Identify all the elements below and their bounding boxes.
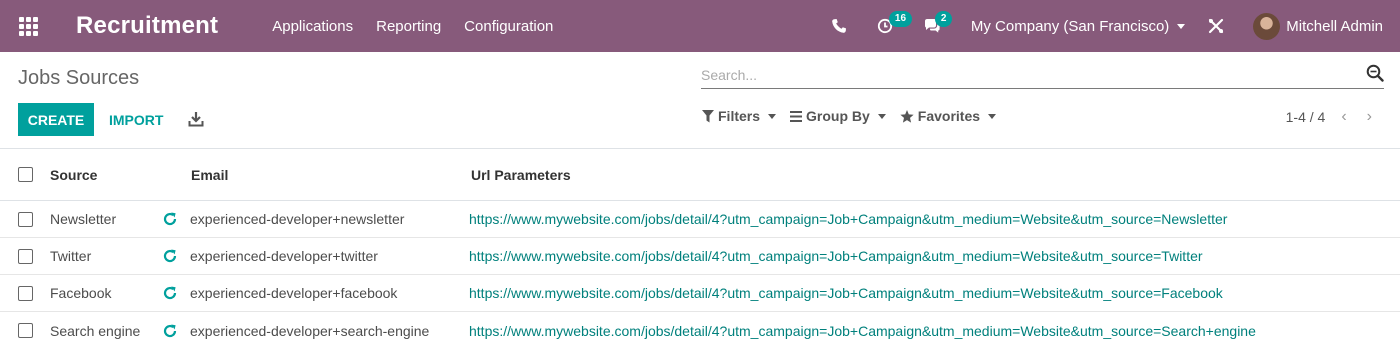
favorites-label: Favorites (917, 108, 981, 124)
filters-dropdown[interactable]: Filters (702, 108, 777, 124)
top-navbar: Recruitment Applications Reporting Confi… (0, 0, 1400, 52)
user-menu[interactable]: Mitchell Admin (1225, 12, 1383, 40)
cell-email: experienced-developer+twitter (190, 248, 378, 264)
list-icon (790, 110, 803, 122)
avatar (1253, 12, 1281, 40)
row-checkbox[interactable] (18, 285, 33, 301)
chevron-down-icon (877, 113, 886, 119)
menu-reporting[interactable]: Reporting (376, 18, 441, 35)
debug-tools-icon[interactable] (1207, 0, 1225, 52)
pager: 1-4 / 4 ‹ › (1286, 108, 1372, 126)
table-row[interactable]: Twitter experienced-developer+twitter http… (0, 238, 1400, 275)
search-options: Filters Group By Favorites (702, 108, 1010, 124)
user-name: Mitchell Admin (1286, 17, 1383, 35)
create-button[interactable]: CREATE (18, 103, 94, 136)
copy-refresh-icon[interactable] (162, 211, 190, 227)
page-title: Jobs Sources (18, 67, 140, 89)
column-header-email[interactable]: Email (191, 167, 471, 183)
company-name: My Company (San Francisco) (970, 17, 1170, 35)
chevron-down-icon (988, 113, 997, 119)
cell-source: Twitter (50, 248, 92, 264)
apps-menu-icon[interactable] (0, 0, 56, 52)
cell-email: experienced-developer+facebook (190, 285, 398, 301)
cell-url[interactable]: https://www.mywebsite.com/jobs/detail/4?… (469, 323, 1256, 339)
cell-url[interactable]: https://www.mywebsite.com/jobs/detail/4?… (469, 211, 1227, 227)
filters-label: Filters (718, 108, 761, 124)
table-header: Source Email Url Parameters (0, 148, 1400, 201)
table-row[interactable]: Facebook experienced-developer+facebook ht… (0, 275, 1400, 312)
phone-icon[interactable] (831, 0, 847, 52)
cell-url[interactable]: https://www.mywebsite.com/jobs/detail/4?… (469, 248, 1203, 264)
chevron-left-icon[interactable]: ‹ (1341, 108, 1346, 126)
company-switcher[interactable]: My Company (San Francisco) (970, 17, 1186, 35)
star-icon (900, 109, 914, 123)
select-all-checkbox[interactable] (18, 167, 33, 182)
copy-refresh-icon[interactable] (162, 323, 190, 339)
table-body: Newsletter experienced-developer+newslett… (0, 201, 1400, 349)
search-bar (701, 62, 1384, 89)
group-by-label: Group By (806, 108, 870, 124)
cell-email: experienced-developer+newsletter (190, 211, 405, 227)
row-checkbox[interactable] (18, 323, 33, 338)
column-header-source[interactable]: Source (50, 167, 162, 183)
cell-source: Search engine (50, 322, 141, 339)
search-icon[interactable] (1366, 64, 1384, 87)
filter-icon (702, 109, 714, 122)
chevron-right-icon[interactable]: › (1367, 108, 1372, 126)
menu-applications[interactable]: Applications (272, 18, 353, 35)
column-header-url[interactable]: Url Parameters (471, 167, 571, 183)
chevron-down-icon (1177, 23, 1186, 29)
copy-refresh-icon[interactable] (162, 248, 190, 264)
list-view-table: Source Email Url Parameters Newsletter ex… (0, 148, 1400, 349)
cell-url[interactable]: https://www.mywebsite.com/jobs/detail/4?… (469, 285, 1223, 301)
search-input[interactable] (701, 67, 1366, 83)
import-button[interactable]: IMPORT (109, 103, 163, 136)
activity-count-badge: 16 (888, 11, 913, 27)
activity-clock-icon[interactable]: 16 (877, 0, 913, 52)
pager-value[interactable]: 1-4 / 4 (1286, 109, 1326, 125)
app-name[interactable]: Recruitment (76, 12, 218, 40)
messages-icon[interactable]: 2 (923, 0, 953, 52)
cell-email: experienced-developer+search-engine (190, 322, 430, 339)
row-checkbox[interactable] (18, 248, 33, 264)
cell-source: Facebook (50, 285, 112, 301)
chevron-down-icon (768, 113, 777, 119)
group-by-dropdown[interactable]: Group By (790, 108, 886, 124)
favorites-dropdown[interactable]: Favorites (900, 108, 997, 124)
table-row[interactable]: Search engine experienced-developer+searc… (0, 312, 1400, 349)
download-icon[interactable] (187, 110, 205, 128)
row-checkbox[interactable] (18, 211, 33, 227)
copy-refresh-icon[interactable] (162, 285, 190, 301)
menu-configuration[interactable]: Configuration (464, 18, 553, 35)
table-row[interactable]: Newsletter experienced-developer+newslett… (0, 201, 1400, 238)
message-count-badge: 2 (934, 11, 953, 27)
cell-source: Newsletter (50, 211, 117, 227)
